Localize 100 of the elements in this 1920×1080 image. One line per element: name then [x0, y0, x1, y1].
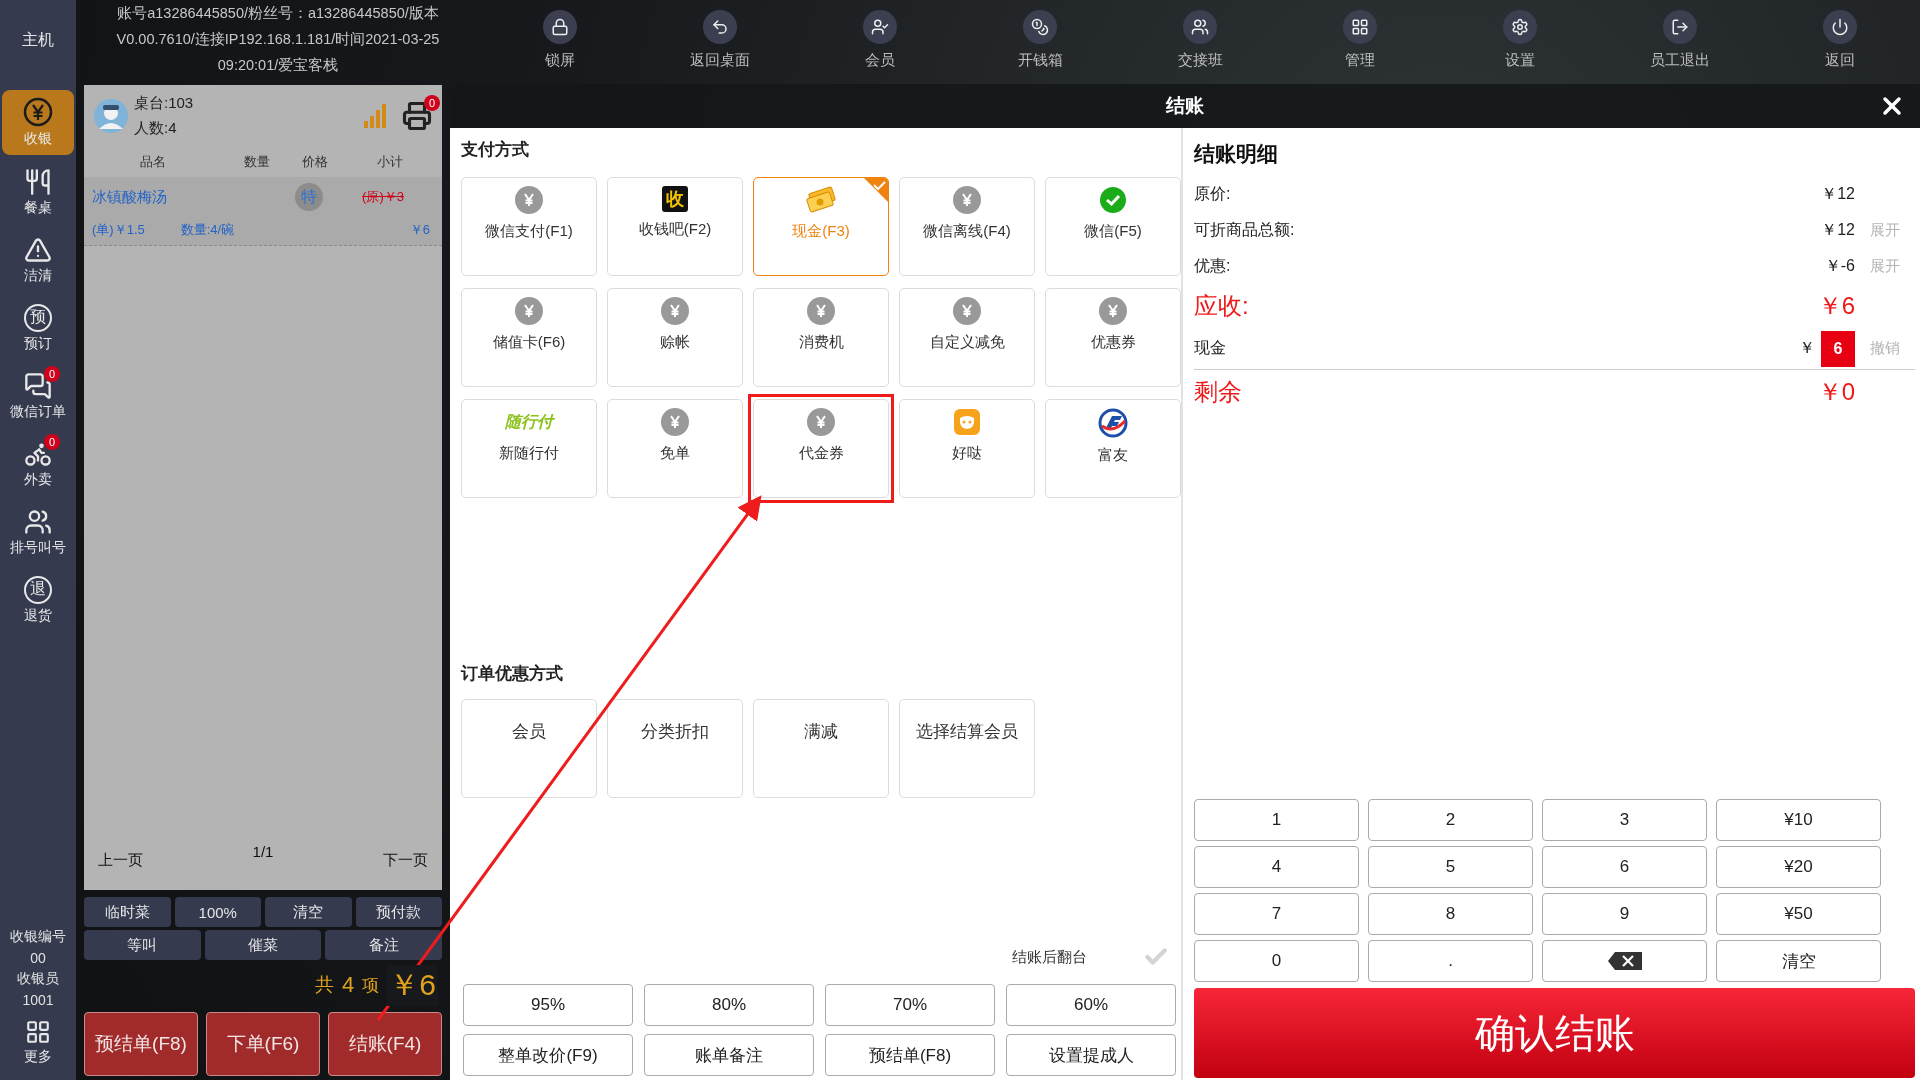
backspace-icon: [1606, 951, 1643, 971]
toolbar-button[interactable]: 会员: [800, 0, 960, 84]
payment-method[interactable]: 代金券: [753, 399, 889, 498]
payment-method[interactable]: 好哒: [899, 399, 1035, 498]
toolbar-button[interactable]: 设置: [1440, 0, 1600, 84]
order-action-button[interactable]: 100%: [174, 897, 261, 927]
bill-action-button[interactable]: 账单备注: [644, 1034, 814, 1076]
keypad-key[interactable]: 0: [1194, 940, 1359, 982]
discount-rate-button[interactable]: 95%: [463, 984, 633, 1026]
payment-method[interactable]: 优惠券: [1045, 288, 1181, 387]
payment-method[interactable]: 微信支付(F1): [461, 177, 597, 276]
bill-action-button[interactable]: 设置提成人: [1006, 1034, 1176, 1076]
order-action-button[interactable]: 临时菜: [84, 897, 171, 927]
toolbar-button[interactable]: 锁屏: [480, 0, 640, 84]
sidebar-item[interactable]: 预 预订: [2, 294, 74, 362]
detail-label: 优惠:: [1194, 255, 1231, 276]
item-subtotal: ￥6: [409, 221, 430, 239]
amount-field[interactable]: 6: [1821, 330, 1855, 367]
detail-label: 原价:: [1194, 183, 1231, 204]
payment-method[interactable]: 随行付 新随行付: [461, 399, 597, 498]
sidebar-item[interactable]: 洁清: [2, 226, 74, 294]
payment-method[interactable]: 储值卡(F6): [461, 288, 597, 387]
payment-method[interactable]: 免单: [607, 399, 743, 498]
original-price: (原)￥3: [362, 188, 404, 206]
detail-title: 结账明细: [1194, 141, 1279, 167]
yen-icon: [807, 297, 835, 325]
discount-option[interactable]: 会员: [461, 699, 597, 798]
sidebar-item[interactable]: 排号叫号: [2, 498, 74, 566]
toolbar-label: 开钱箱: [1017, 51, 1063, 70]
toolbar-label: 设置: [1505, 51, 1535, 70]
toolbar-label: 员工退出: [1650, 51, 1710, 70]
discount-rate-button[interactable]: 80%: [644, 984, 814, 1026]
flip-table-label: 结账后翻台: [1012, 947, 1087, 967]
backspace-key[interactable]: [1542, 940, 1707, 982]
payment-method[interactable]: 赊帐: [607, 288, 743, 387]
order-button[interactable]: 下单(F6): [206, 1012, 320, 1076]
toolbar-label: 锁屏: [545, 51, 575, 70]
yen-icon: [515, 186, 543, 214]
keypad-key[interactable]: 清空: [1716, 940, 1881, 982]
order-action-button[interactable]: 催菜: [204, 930, 322, 960]
keypad-key[interactable]: 1: [1194, 799, 1359, 841]
keypad-key[interactable]: 6: [1542, 846, 1707, 888]
toolbar-button[interactable]: 员工退出: [1600, 0, 1760, 84]
order-action-button[interactable]: 备注: [325, 930, 442, 960]
yen-icon: [661, 408, 689, 436]
next-page-link[interactable]: 下一页: [383, 851, 428, 870]
keypad-key[interactable]: 4: [1194, 846, 1359, 888]
keypad-key[interactable]: ¥50: [1716, 893, 1881, 935]
payment-method[interactable]: 富友: [1045, 399, 1181, 498]
more-button[interactable]: 更多: [2, 1012, 74, 1072]
keypad-key[interactable]: 2: [1368, 799, 1533, 841]
payment-method[interactable]: 收 收钱吧(F2): [607, 177, 743, 276]
keypad-key[interactable]: ¥20: [1716, 846, 1881, 888]
order-button[interactable]: 结账(F4): [328, 1012, 442, 1076]
confirm-checkout-button[interactable]: 确认结账: [1194, 988, 1915, 1078]
toolbar-button[interactable]: 返回: [1760, 0, 1920, 84]
yen-icon: [1099, 297, 1127, 325]
keypad-key[interactable]: 8: [1368, 893, 1533, 935]
bill-action-button[interactable]: 整单改价(F9): [463, 1034, 633, 1076]
payment-method[interactable]: 微信离线(F4): [899, 177, 1035, 276]
total-count: 4: [342, 972, 355, 998]
sidebar-item-label: 收银: [24, 130, 52, 148]
smiley-icon: [953, 408, 981, 436]
avatar: [94, 99, 128, 133]
sidebar-item[interactable]: 退 退货: [2, 566, 74, 634]
order-action-button[interactable]: 清空: [265, 897, 352, 927]
keypad-key[interactable]: 9: [1542, 893, 1707, 935]
sidebar-item[interactable]: 0 外卖: [2, 430, 74, 498]
toolbar-button[interactable]: 管理: [1280, 0, 1440, 84]
payment-method[interactable]: 微信(F5): [1045, 177, 1181, 276]
prev-page-link[interactable]: 上一页: [98, 851, 143, 870]
order-button[interactable]: 预结单(F8): [84, 1012, 198, 1076]
keypad-key[interactable]: 7: [1194, 893, 1359, 935]
yen-icon: [23, 97, 53, 127]
toolbar-button[interactable]: 交接班: [1120, 0, 1280, 84]
payment-method[interactable]: 自定义减免: [899, 288, 1035, 387]
sidebar-item[interactable]: 0 微信订单: [2, 362, 74, 430]
yen-icon: [953, 297, 981, 325]
currency-sign: ￥: [1799, 338, 1815, 358]
dialog-title: 结账: [1166, 94, 1204, 118]
keypad-key[interactable]: 3: [1542, 799, 1707, 841]
keypad-key[interactable]: 5: [1368, 846, 1533, 888]
toolbar-button[interactable]: 开钱箱: [960, 0, 1120, 84]
signal-icon: [362, 103, 388, 129]
keypad-key[interactable]: .: [1368, 940, 1533, 982]
discount-rate-button[interactable]: 70%: [825, 984, 995, 1026]
order-action-button[interactable]: 预付款: [355, 897, 442, 927]
check-circle-icon: [1099, 186, 1127, 214]
keypad-key[interactable]: ¥10: [1716, 799, 1881, 841]
sidebar-item[interactable]: 餐桌: [2, 158, 74, 226]
order-action-button[interactable]: 等叫: [84, 930, 201, 960]
payment-method[interactable]: 消费机: [753, 288, 889, 387]
discount-option[interactable]: 分类折扣: [607, 699, 743, 798]
discount-option[interactable]: 选择结算会员: [899, 699, 1035, 798]
column-header: 数量: [243, 153, 271, 171]
bill-action-button[interactable]: 预结单(F8): [825, 1034, 995, 1076]
discount-option[interactable]: 满减: [753, 699, 889, 798]
discount-rate-button[interactable]: 60%: [1006, 984, 1176, 1026]
toolbar-button[interactable]: 返回桌面: [640, 0, 800, 84]
cashier-info: 1001: [22, 992, 54, 1008]
